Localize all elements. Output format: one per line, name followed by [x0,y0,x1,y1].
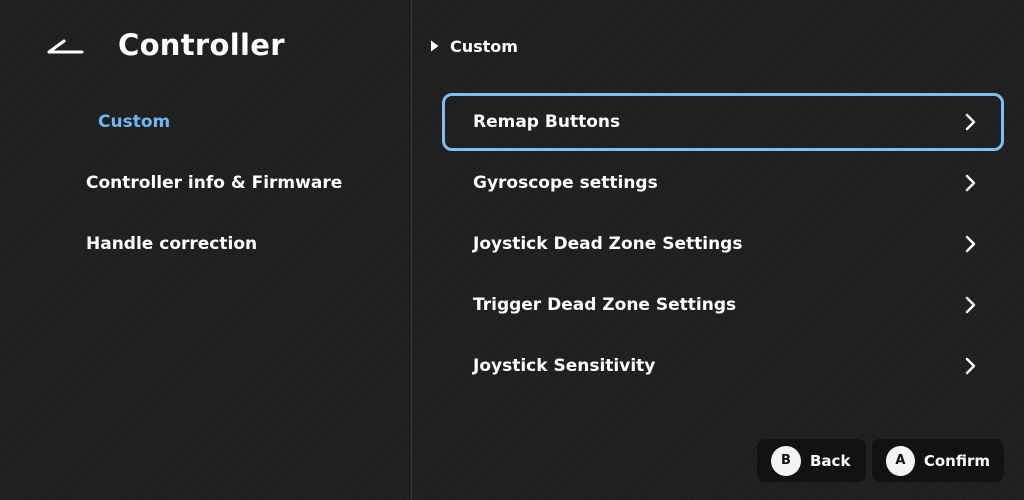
menu-item-gyroscope-settings[interactable]: Gyroscope settings [442,154,1004,212]
confirm-button-label: Confirm [923,451,990,470]
menu-item-label: Trigger Dead Zone Settings [473,295,737,315]
sidebar-item-controller-info[interactable]: Controller info & Firmware [86,173,342,193]
menu-item-remap-buttons[interactable]: Remap Buttons [442,93,1004,151]
menu-item-trigger-dead-zone[interactable]: Trigger Dead Zone Settings [442,276,1004,334]
chevron-right-icon [965,296,976,314]
chevron-right-icon [965,113,976,131]
menu-item-label: Gyroscope settings [473,173,658,193]
menu-item-label: Remap Buttons [473,112,621,132]
breadcrumb: Custom [430,36,518,56]
a-key-icon: A [886,445,915,476]
b-key-icon: B [771,445,801,476]
menu-item-joystick-dead-zone[interactable]: Joystick Dead Zone Settings [442,215,1004,273]
menu-item-label: Joystick Sensitivity [473,356,656,376]
chevron-right-icon [965,235,976,253]
confirm-button[interactable]: A Confirm [872,439,1004,482]
breadcrumb-label: Custom [450,36,518,56]
back-arrow-icon[interactable] [45,35,85,57]
back-button-label: Back [810,451,851,470]
menu-item-joystick-sensitivity[interactable]: Joystick Sensitivity [442,337,1004,395]
sidebar-item-custom[interactable]: Custom [98,112,170,132]
triangle-right-icon [431,40,439,52]
menu-item-label: Joystick Dead Zone Settings [473,234,743,254]
back-button[interactable]: B Back [757,439,866,482]
chevron-right-icon [965,357,976,375]
page-title: Controller [118,28,285,62]
chevron-right-icon [965,174,976,192]
right-panel: Custom Remap Buttons Gyroscope settings … [412,0,1024,500]
sidebar-item-handle-correction[interactable]: Handle correction [86,234,257,254]
left-panel: Controller Custom Controller info & Firm… [0,0,411,500]
